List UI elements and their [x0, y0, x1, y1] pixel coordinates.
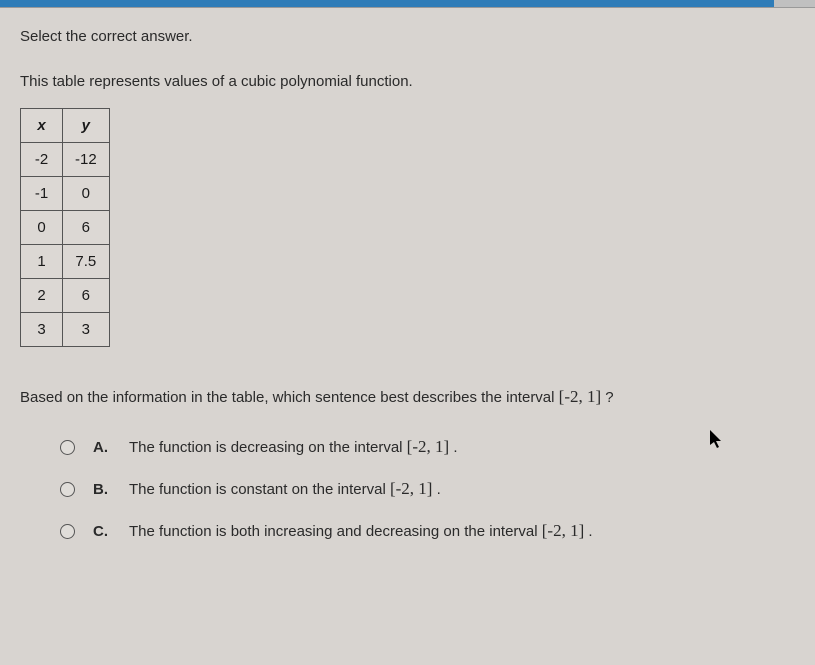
- option-text-suffix: .: [432, 481, 440, 498]
- content-area: Select the correct answer. This table re…: [0, 8, 815, 541]
- cell-x: -1: [21, 177, 63, 211]
- option-interval: [-2, 1]: [390, 479, 432, 498]
- options-list: A. The function is decreasing on the int…: [20, 437, 795, 541]
- option-text-suffix: .: [449, 439, 457, 456]
- option-label: A.: [93, 439, 111, 456]
- cell-x: 1: [21, 245, 63, 279]
- cell-y: 0: [63, 177, 110, 211]
- option-c[interactable]: C. The function is both increasing and d…: [60, 521, 795, 541]
- table-header-row: x y: [21, 109, 110, 143]
- cell-y: -12: [63, 143, 110, 177]
- cell-x: 0: [21, 211, 63, 245]
- description-text: This table represents values of a cubic …: [20, 73, 795, 90]
- option-label: C.: [93, 523, 111, 540]
- cell-x: -2: [21, 143, 63, 177]
- option-text-prefix: The function is constant on the interval: [129, 481, 390, 498]
- option-text: The function is both increasing and decr…: [129, 521, 593, 541]
- radio-icon[interactable]: [60, 482, 75, 497]
- radio-icon[interactable]: [60, 524, 75, 539]
- question-prefix: Based on the information in the table, w…: [20, 389, 559, 406]
- option-interval: [-2, 1]: [407, 437, 449, 456]
- cell-y: 6: [63, 211, 110, 245]
- option-text-prefix: The function is decreasing on the interv…: [129, 439, 407, 456]
- cell-x: 3: [21, 313, 63, 347]
- top-bar: [0, 0, 815, 8]
- option-text: The function is decreasing on the interv…: [129, 437, 458, 457]
- table-row: 2 6: [21, 279, 110, 313]
- option-b[interactable]: B. The function is constant on the inter…: [60, 479, 795, 499]
- option-a[interactable]: A. The function is decreasing on the int…: [60, 437, 795, 457]
- table-row: -1 0: [21, 177, 110, 211]
- option-interval: [-2, 1]: [542, 521, 584, 540]
- table-row: 0 6: [21, 211, 110, 245]
- radio-icon[interactable]: [60, 440, 75, 455]
- cell-x: 2: [21, 279, 63, 313]
- table-row: 3 3: [21, 313, 110, 347]
- table-row: -2 -12: [21, 143, 110, 177]
- question-text: Based on the information in the table, w…: [20, 387, 795, 407]
- option-text-suffix: .: [584, 523, 592, 540]
- table-row: 1 7.5: [21, 245, 110, 279]
- cell-y: 3: [63, 313, 110, 347]
- option-label: B.: [93, 481, 111, 498]
- option-text: The function is constant on the interval…: [129, 479, 441, 499]
- cell-y: 6: [63, 279, 110, 313]
- option-text-prefix: The function is both increasing and decr…: [129, 523, 542, 540]
- instruction-text: Select the correct answer.: [20, 28, 795, 45]
- question-interval: [-2, 1]: [559, 387, 601, 406]
- data-table: x y -2 -12 -1 0 0 6 1 7.5 2 6 3 3: [20, 108, 110, 347]
- header-y: y: [63, 109, 110, 143]
- header-x: x: [21, 109, 63, 143]
- cell-y: 7.5: [63, 245, 110, 279]
- question-suffix: ?: [601, 389, 614, 406]
